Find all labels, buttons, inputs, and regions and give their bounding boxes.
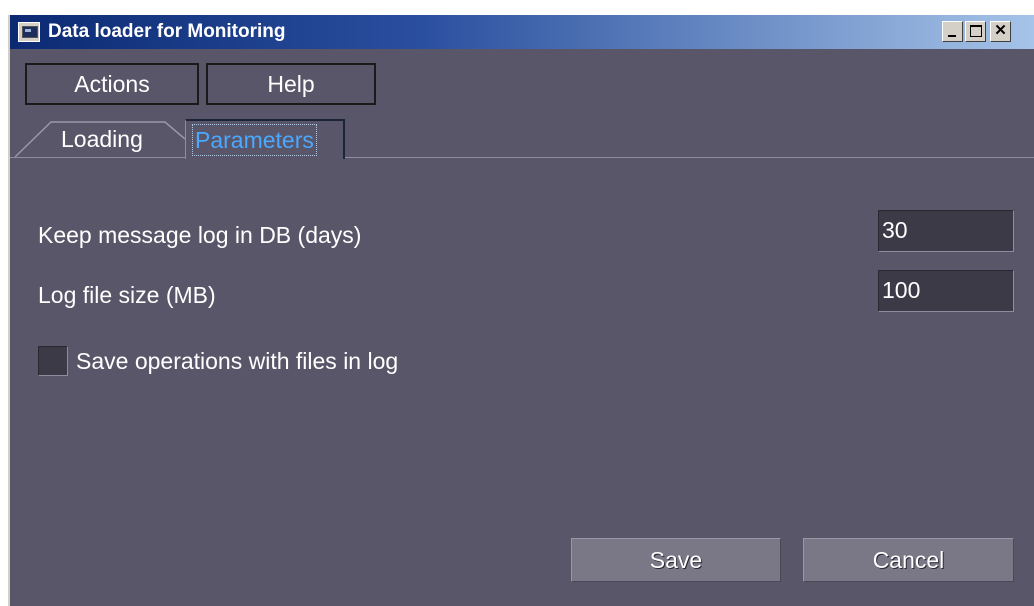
tab-parameters-label: Parameters xyxy=(192,124,317,156)
tab-loading[interactable]: Loading xyxy=(15,119,185,159)
tab-loading-label: Loading xyxy=(61,126,143,152)
log-file-size-input[interactable]: 100 xyxy=(878,270,1014,312)
actions-menu-button[interactable]: Actions xyxy=(25,63,199,105)
close-button[interactable]: ✕ xyxy=(990,21,1011,42)
save-button[interactable]: Save xyxy=(571,538,781,582)
keep-log-label: Keep message log in DB (days) xyxy=(38,222,362,248)
app-window: Data loader for Monitoring ✕ Actions Hel… xyxy=(8,15,1034,606)
keep-log-days-input[interactable]: 30 xyxy=(878,210,1014,252)
help-menu-button[interactable]: Help xyxy=(206,63,376,105)
app-icon[interactable] xyxy=(18,22,40,42)
log-size-label: Log file size (MB) xyxy=(38,282,216,308)
window-title: Data loader for Monitoring xyxy=(48,21,286,42)
maximize-button[interactable] xyxy=(965,21,986,42)
tab-parameters[interactable]: Parameters xyxy=(185,119,345,159)
save-operations-label[interactable]: Save operations with files in log xyxy=(76,346,398,376)
title-bar[interactable]: Data loader for Monitoring ✕ xyxy=(10,15,1034,49)
minimize-button[interactable] xyxy=(942,21,963,42)
save-operations-checkbox[interactable] xyxy=(38,346,68,376)
cancel-button[interactable]: Cancel xyxy=(803,538,1014,582)
